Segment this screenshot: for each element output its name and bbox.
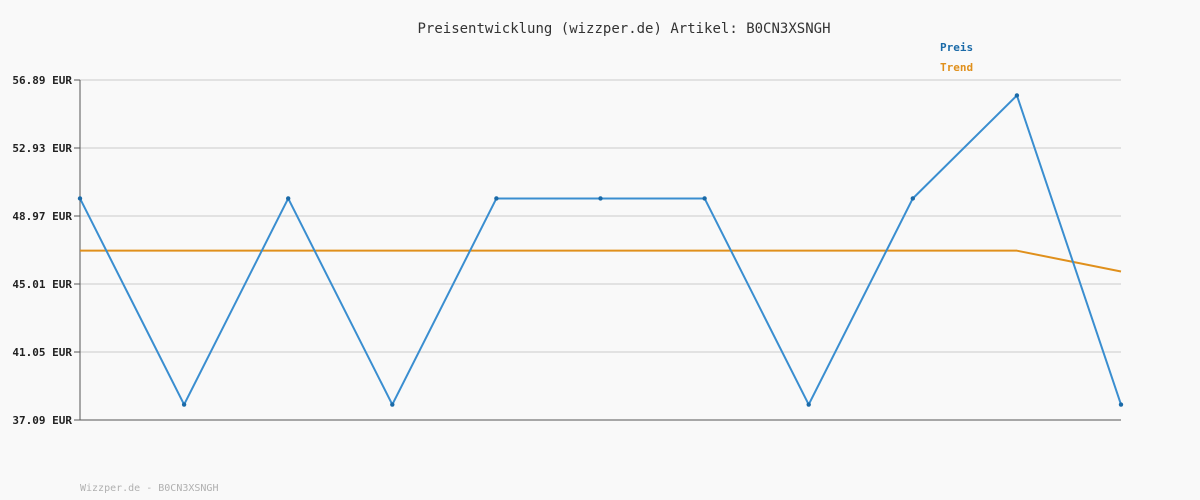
y-tick-label: 56.89 EUR <box>12 74 72 87</box>
series-line-trend <box>80 249 1122 273</box>
data-point <box>598 196 603 201</box>
y-tick-label: 48.97 EUR <box>12 210 72 223</box>
y-tick-label: 37.09 EUR <box>12 414 72 427</box>
price-chart: Preisentwicklung (wizzper.de) Artikel: B… <box>12 21 1124 494</box>
chart-title: Preisentwicklung (wizzper.de) Artikel: B… <box>417 21 830 37</box>
data-point <box>1014 93 1020 98</box>
data-point <box>390 402 395 407</box>
data-point <box>702 196 707 201</box>
data-point <box>286 196 291 201</box>
data-point <box>181 402 187 407</box>
grid <box>80 79 1121 353</box>
footer-text: Wizzper.de - B0CN3XSNGH <box>80 483 218 494</box>
legend-preis: Preis <box>940 41 973 54</box>
y-tick-label: 52.93 EUR <box>12 142 72 155</box>
data-point <box>806 402 811 407</box>
data-point <box>494 196 499 201</box>
y-tick-label: 45.01 EUR <box>12 278 72 291</box>
series-layer <box>77 93 1124 407</box>
data-point <box>1118 402 1124 407</box>
legend-trend: Trend <box>940 61 973 74</box>
data-point <box>77 196 83 201</box>
y-axis-ticks: 37.09 EUR 41.05 EUR 45.01 EUR 48.97 EUR 52.9… <box>12 74 80 427</box>
y-tick-label: 41.05 EUR <box>12 346 72 359</box>
data-point <box>910 196 915 201</box>
